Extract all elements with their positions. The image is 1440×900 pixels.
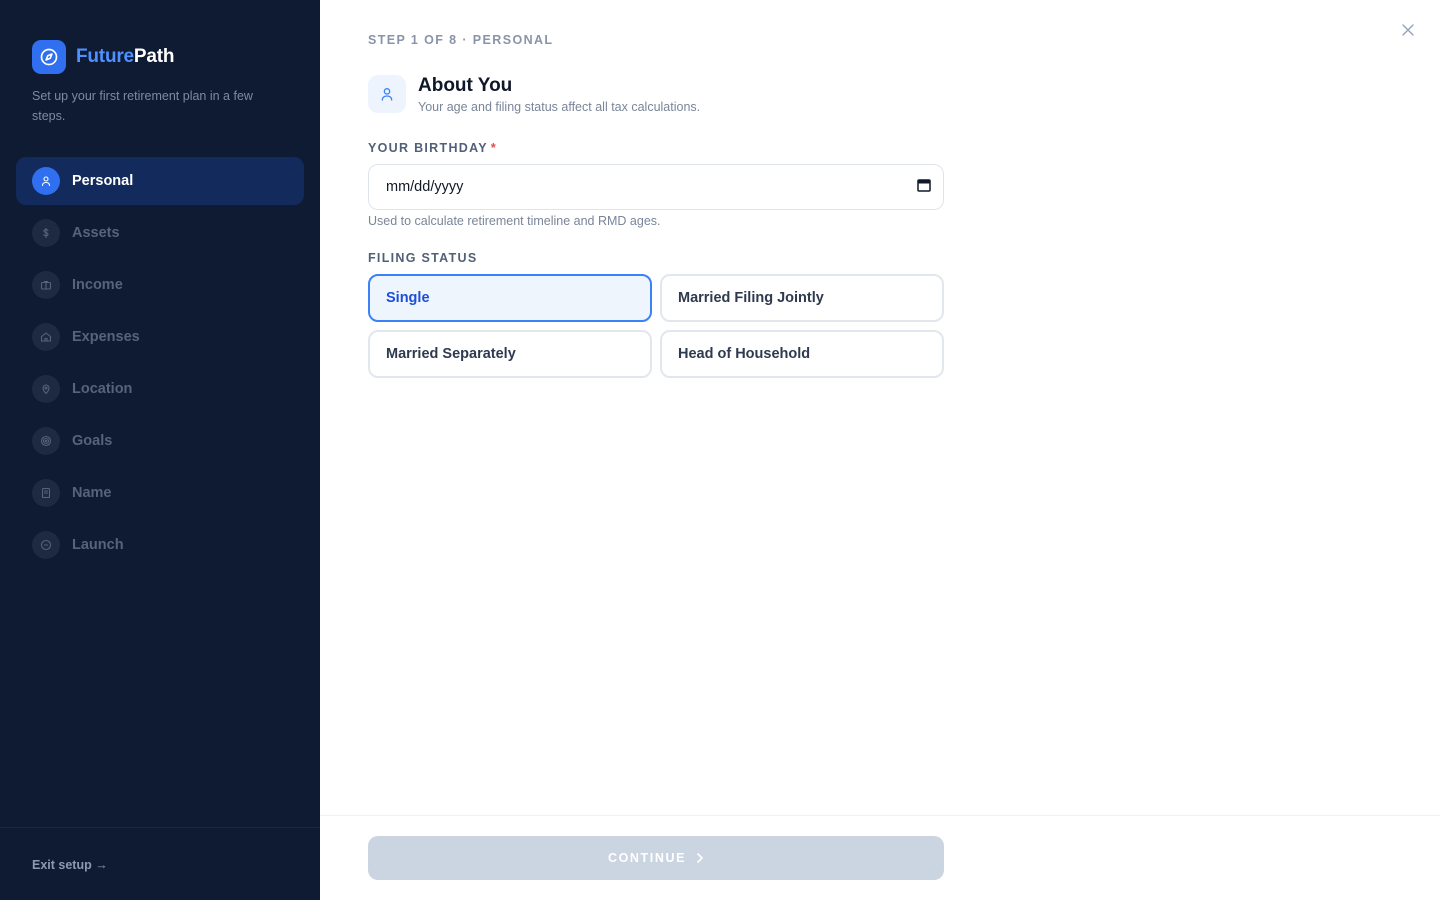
sidebar: FuturePath Set up your first retirement …: [0, 0, 320, 900]
sidebar-item-label: Goals: [72, 433, 113, 449]
continue-button[interactable]: CONTINUE: [368, 836, 944, 880]
map-pin-icon: [32, 375, 60, 403]
filing-status-options: Single Married Filing Jointly Married Se…: [368, 274, 944, 378]
birthday-label: YOUR BIRTHDAY *: [368, 141, 497, 155]
close-icon: [1402, 23, 1414, 41]
sidebar-item-label: Assets: [72, 225, 120, 241]
birthday-hint: Used to calculate retirement timeline an…: [368, 214, 661, 228]
sidebar-item-name[interactable]: Name: [16, 469, 304, 517]
circle-icon: [32, 531, 60, 559]
brand-name: FuturePath: [76, 46, 174, 68]
dollar-icon: [32, 219, 60, 247]
required-marker: *: [490, 141, 498, 155]
filing-option-head-of-household[interactable]: Head of Household: [660, 330, 944, 378]
sidebar-item-label: Personal: [72, 173, 134, 189]
sidebar-item-personal[interactable]: Personal: [16, 157, 304, 205]
brand-tagline: Set up your first retirement plan in a f…: [32, 89, 253, 123]
sidebar-item-label: Launch: [72, 537, 124, 553]
birthday-date-value: mm/dd/yyyy: [386, 179, 464, 195]
exit-setup-link[interactable]: Exit setup →: [32, 858, 108, 872]
home-icon: [32, 323, 60, 351]
sidebar-item-label: Income: [72, 277, 123, 293]
briefcase-icon: [32, 271, 60, 299]
birthday-date-input[interactable]: mm/dd/yyyy: [368, 164, 944, 210]
close-button[interactable]: [1398, 22, 1418, 42]
calendar-icon[interactable]: [917, 178, 931, 197]
section-title: About You: [418, 75, 513, 96]
sidebar-footer: Exit setup →: [0, 827, 320, 900]
continue-label: CONTINUE: [607, 851, 687, 865]
section-subtitle: Your age and filing status affect all ta…: [418, 100, 701, 114]
compass-icon: [32, 40, 66, 74]
document-icon: [32, 479, 60, 507]
sidebar-item-assets[interactable]: Assets: [16, 209, 304, 257]
brand-name-part1: Future: [76, 46, 134, 67]
brand: FuturePath: [32, 40, 174, 74]
sidebar-item-label: Name: [72, 485, 112, 501]
target-icon: [32, 427, 60, 455]
birthday-label-text: YOUR BIRTHDAY: [368, 141, 488, 155]
user-icon: [32, 167, 60, 195]
sidebar-item-label: Expenses: [72, 329, 140, 345]
step-nav: Personal Assets Income Expenses Location: [16, 157, 304, 573]
filing-option-married-filing-jointly[interactable]: Married Filing Jointly: [660, 274, 944, 322]
sidebar-item-location[interactable]: Location: [16, 365, 304, 413]
step-indicator: STEP 1 OF 8 · PERSONAL: [368, 33, 554, 47]
chevron-right-icon: [696, 853, 704, 863]
sidebar-item-launch[interactable]: Launch: [16, 521, 304, 569]
filing-option-single[interactable]: Single: [368, 274, 652, 322]
filing-option-married-separately[interactable]: Married Separately: [368, 330, 652, 378]
filing-status-label: FILING STATUS: [368, 251, 478, 265]
sidebar-item-goals[interactable]: Goals: [16, 417, 304, 465]
sidebar-item-income[interactable]: Income: [16, 261, 304, 309]
user-icon: [368, 75, 406, 113]
sidebar-item-label: Location: [72, 381, 133, 397]
sidebar-item-expenses[interactable]: Expenses: [16, 313, 304, 361]
brand-name-part2: Path: [133, 46, 175, 67]
